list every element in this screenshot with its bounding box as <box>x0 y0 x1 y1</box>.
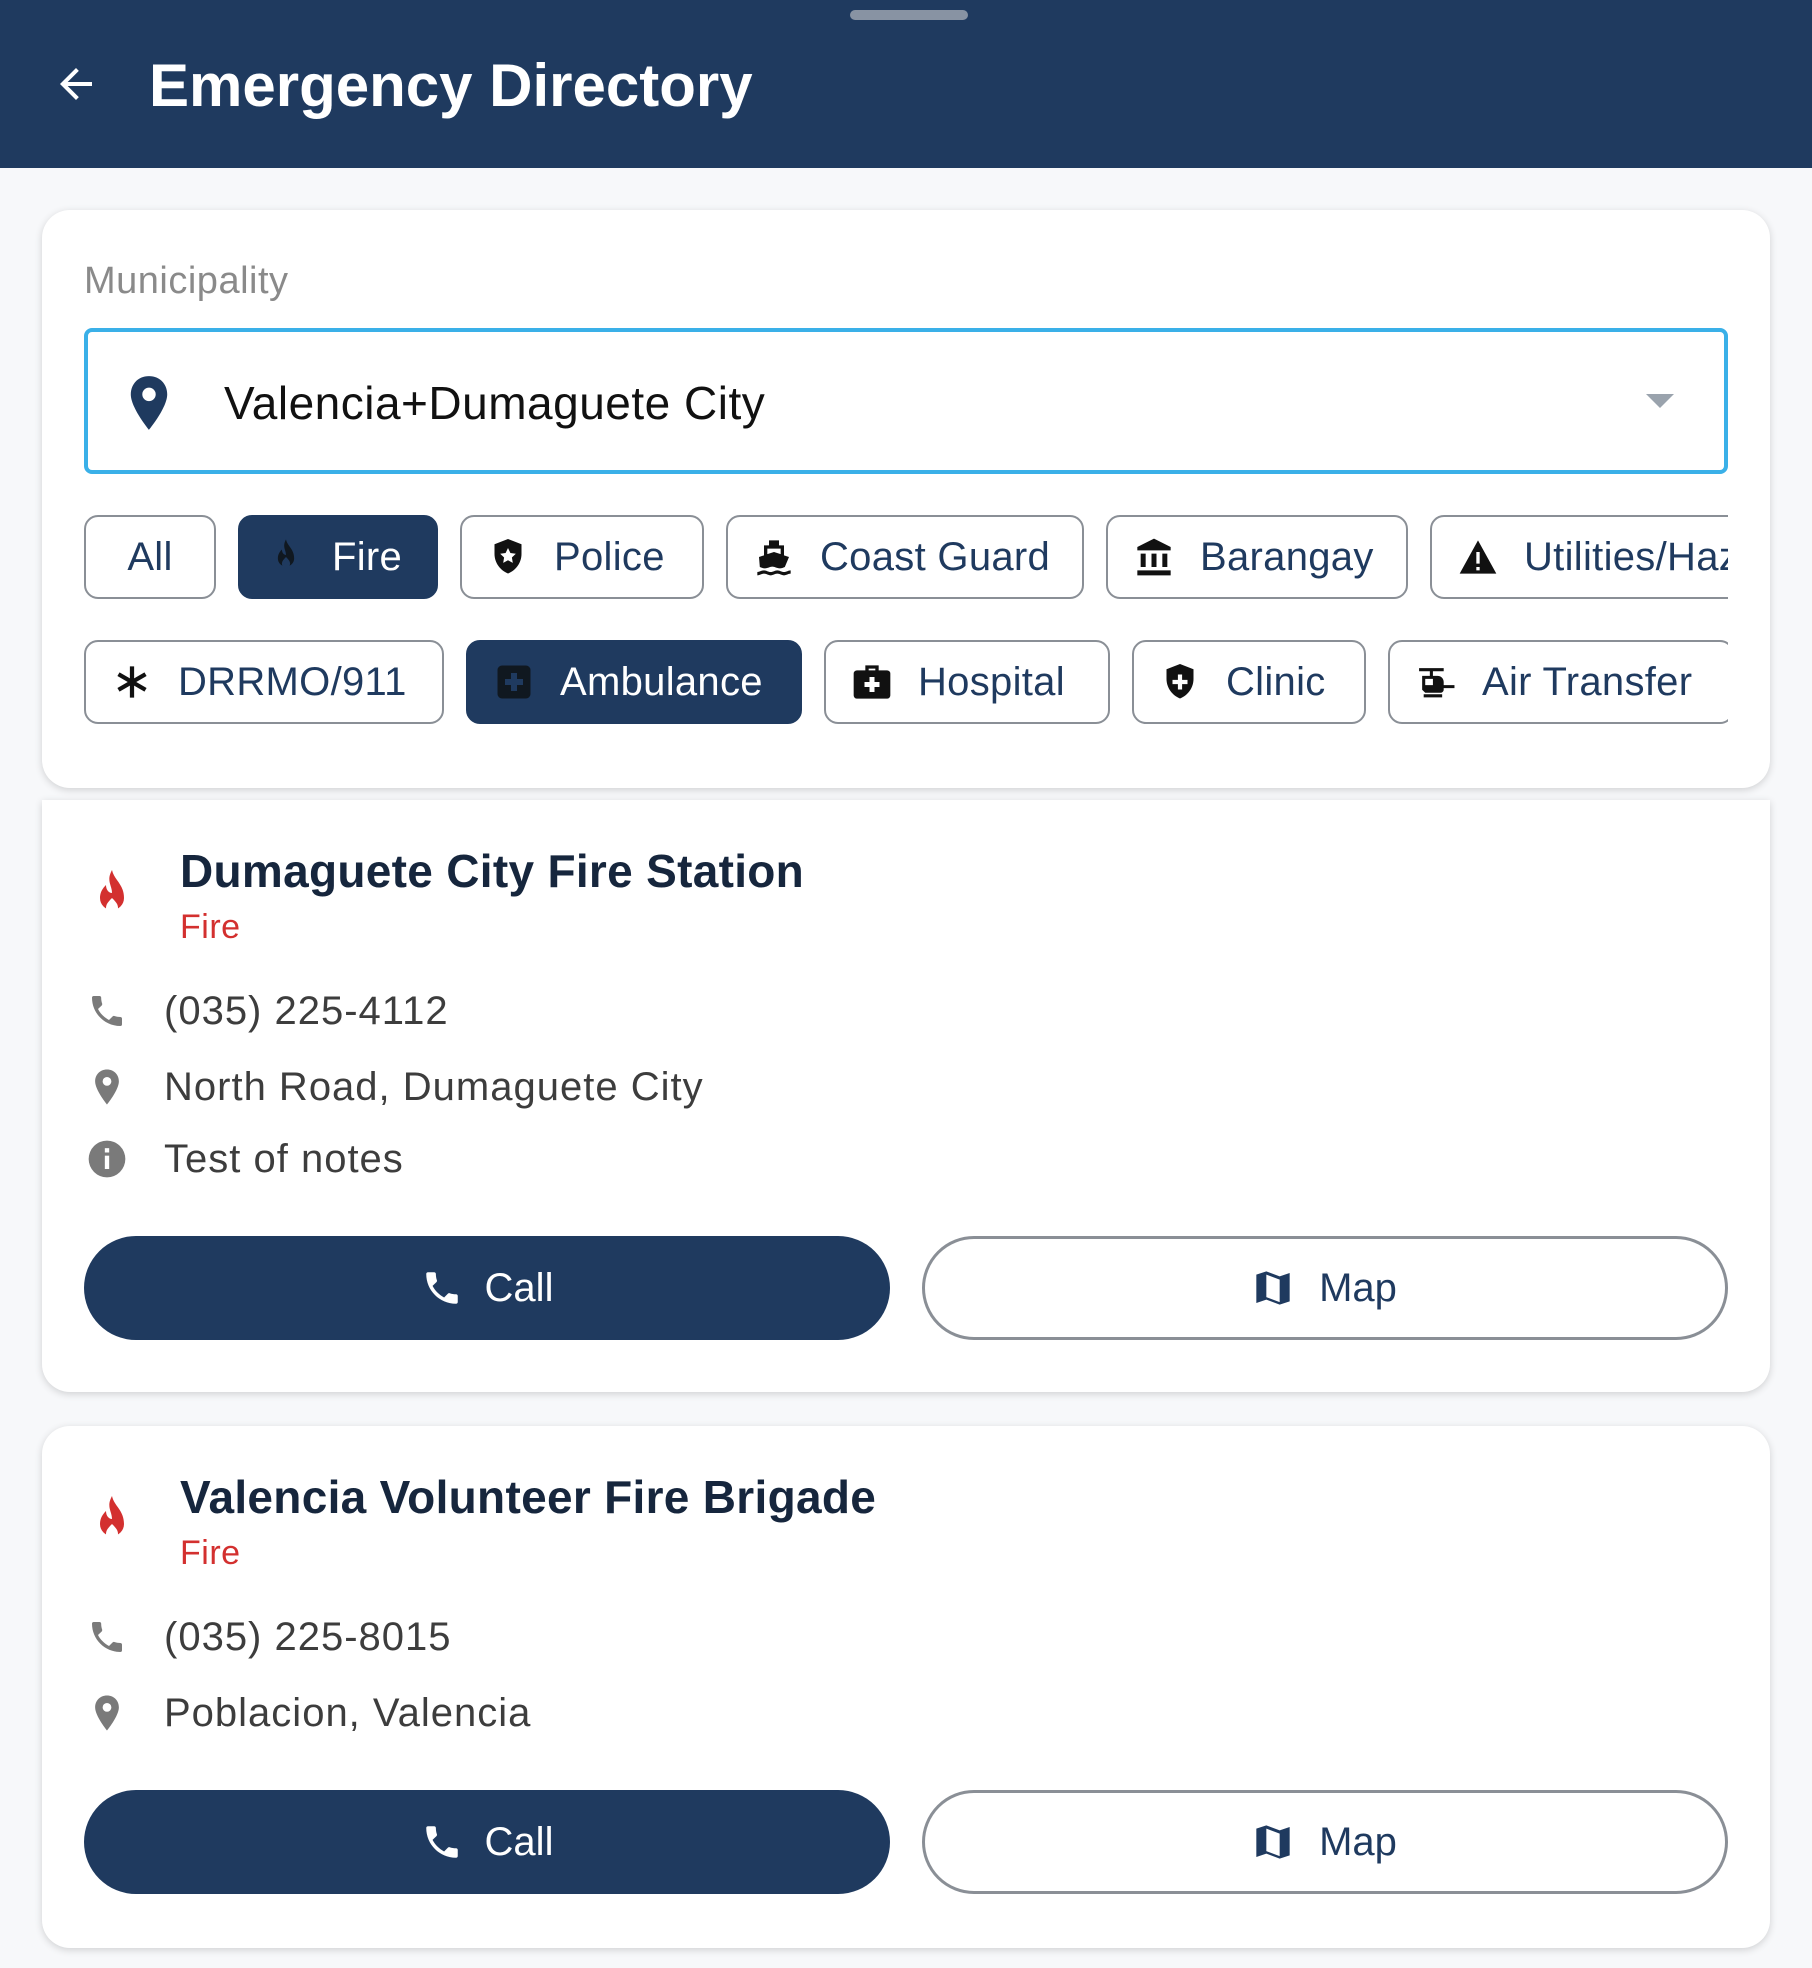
address: North Road, Dumaguete City <box>164 1064 704 1109</box>
government-building-icon <box>1134 537 1174 577</box>
chip-label: Utilities/Hazards <box>1524 534 1728 579</box>
warning-icon <box>1458 537 1498 577</box>
address: Poblacion, Valencia <box>164 1690 532 1735</box>
back-button[interactable] <box>44 52 108 116</box>
chip-all[interactable]: All <box>84 515 216 599</box>
page-title: Emergency Directory <box>149 52 753 119</box>
info-icon <box>84 1136 130 1182</box>
municipality-label: Municipality <box>84 260 289 302</box>
filter-card: Municipality Valencia+Dumaguete City All… <box>42 210 1770 788</box>
map-icon <box>1256 1271 1290 1305</box>
map-button-label: Map <box>1319 1819 1397 1864</box>
chip-coast-guard[interactable]: Coast Guard <box>726 515 1084 599</box>
chip-label: Ambulance <box>560 659 763 704</box>
chip-fire[interactable]: Fire <box>238 515 438 599</box>
call-button[interactable]: Call <box>84 1236 890 1340</box>
chip-label: Fire <box>332 534 403 579</box>
address-row: North Road, Dumaguete City <box>84 1062 704 1112</box>
entry-name: Valencia Volunteer Fire Brigade <box>180 1471 877 1523</box>
helicopter-icon <box>1416 662 1456 702</box>
map-button[interactable]: Map <box>922 1236 1728 1340</box>
fire-icon <box>266 537 306 577</box>
phone-icon <box>425 1826 458 1858</box>
chip-ambulance[interactable]: Ambulance <box>466 640 802 724</box>
chip-label: Clinic <box>1226 659 1326 704</box>
chip-label: Air Transfer <box>1482 659 1693 704</box>
chip-clinic[interactable]: Clinic <box>1132 640 1366 724</box>
chip-barangay[interactable]: Barangay <box>1106 515 1408 599</box>
fire-icon <box>100 870 124 914</box>
chip-label: Hospital <box>918 659 1065 704</box>
municipality-value: Valencia+Dumaguete City <box>224 377 766 429</box>
call-button-label: Call <box>484 1265 554 1310</box>
phone-icon <box>425 1272 458 1304</box>
app-bar: Emergency Directory <box>0 0 1812 168</box>
municipality-dropdown[interactable]: Valencia+Dumaguete City <box>84 328 1728 474</box>
location-pin-icon <box>130 376 168 430</box>
category-chips-row-1: All Fire Police Coast Guard Barangay Uti… <box>84 515 1728 601</box>
entry-name: Dumaguete City Fire Station <box>180 845 805 897</box>
chip-drrmo-911[interactable]: DRRMO/911 <box>84 640 444 724</box>
entry-type: Fire <box>180 1534 241 1572</box>
map-icon <box>1256 1825 1290 1859</box>
medical-bag-icon <box>852 662 892 702</box>
medical-shield-icon <box>1160 662 1200 702</box>
directory-entry-card: Valencia Volunteer Fire Brigade Fire (03… <box>42 1426 1770 1948</box>
chip-label: Barangay <box>1200 534 1374 579</box>
fire-icon <box>100 1496 124 1540</box>
location-pin-icon <box>84 1064 130 1110</box>
phone-number: (035) 225-8015 <box>164 1614 452 1659</box>
call-button-label: Call <box>484 1819 554 1864</box>
category-chips-row-2: DRRMO/911 Ambulance Hospital Clinic Air … <box>84 640 1728 726</box>
phone-row: (035) 225-8015 <box>84 1612 452 1662</box>
medical-cross-icon <box>494 662 534 702</box>
address-row: Poblacion, Valencia <box>84 1688 531 1738</box>
directory-entry-card: Dumaguete City Fire Station Fire (035) 2… <box>42 800 1770 1392</box>
phone-row: (035) 225-4112 <box>84 986 449 1036</box>
notes: Test of notes <box>164 1136 404 1181</box>
entry-type: Fire <box>180 908 241 946</box>
location-pin-icon <box>84 1690 130 1736</box>
phone-icon <box>84 988 130 1034</box>
chip-label: Coast Guard <box>820 534 1051 579</box>
chip-air-transfer[interactable]: Air Transfer <box>1388 640 1728 724</box>
phone-icon <box>84 1614 130 1660</box>
drag-handle[interactable] <box>850 10 968 20</box>
chip-hospital[interactable]: Hospital <box>824 640 1110 724</box>
notes-row: Test of notes <box>84 1134 404 1184</box>
ship-icon <box>754 537 794 577</box>
map-button-label: Map <box>1319 1265 1397 1310</box>
chip-police[interactable]: Police <box>460 515 704 599</box>
police-shield-icon <box>488 537 528 577</box>
phone-number: (035) 225-4112 <box>164 988 449 1033</box>
chip-label: DRRMO/911 <box>178 659 407 704</box>
map-button[interactable]: Map <box>922 1790 1728 1894</box>
chip-label: Police <box>554 534 665 579</box>
chip-utilities-hazards[interactable]: Utilities/Hazards <box>1430 515 1728 599</box>
chip-label: All <box>127 534 173 579</box>
arrow-back-icon <box>60 68 92 100</box>
call-button[interactable]: Call <box>84 1790 890 1894</box>
dropdown-caret-icon <box>1646 394 1674 408</box>
asterisk-icon <box>112 662 152 702</box>
